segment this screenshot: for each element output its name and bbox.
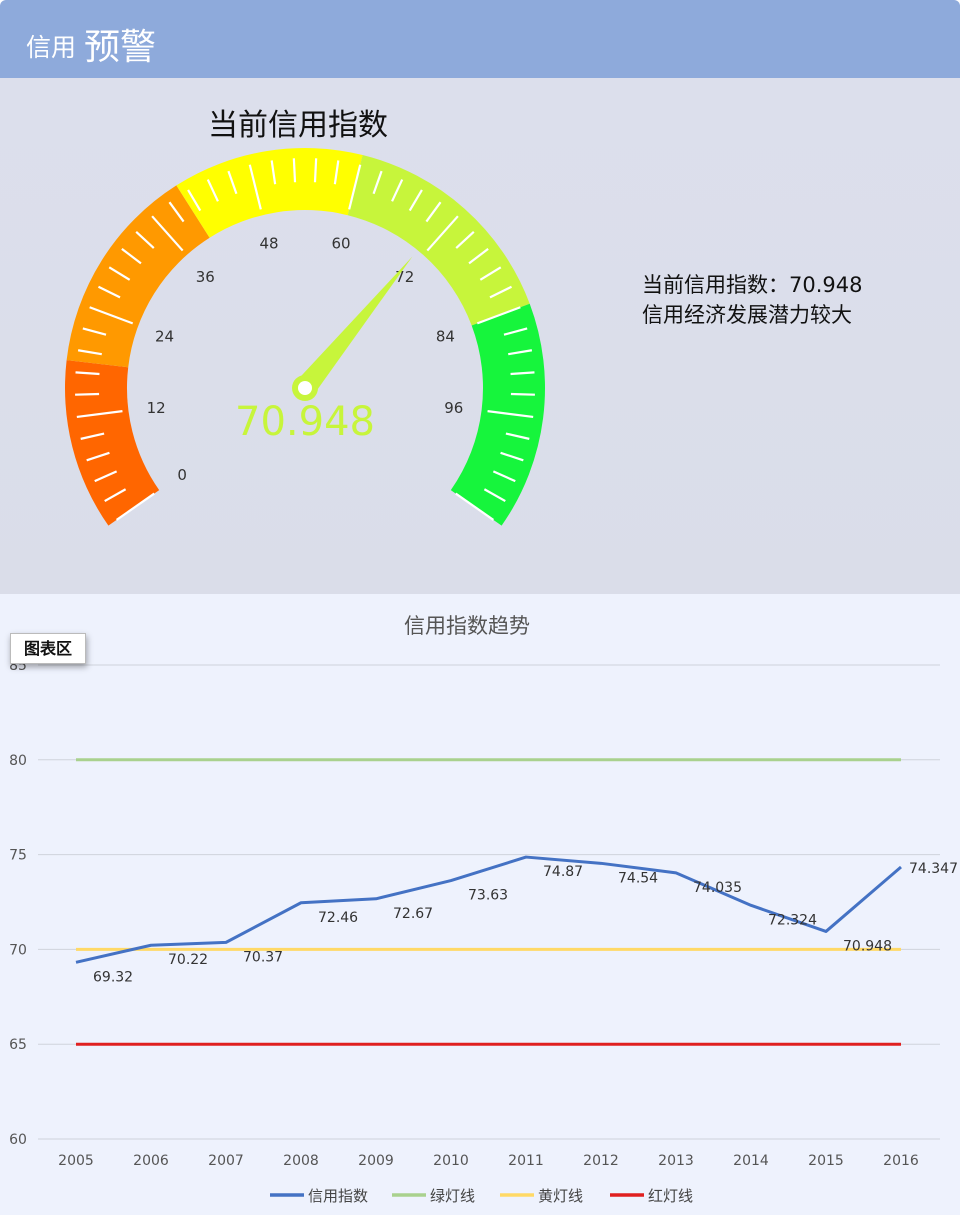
x-tick-label: 2006	[133, 1153, 169, 1169]
header-title-large: 预警	[84, 27, 157, 68]
x-tick-label: 2008	[283, 1153, 319, 1169]
legend-label-3: 红灯线	[648, 1187, 693, 1205]
gauge-tick-label: 48	[259, 234, 278, 252]
data-label: 70.22	[168, 952, 208, 968]
data-label: 72.46	[318, 910, 358, 926]
gauge-title: 当前信用指数	[208, 108, 388, 143]
gauge-tick-label: 24	[155, 327, 174, 345]
gauge-tick-label: 84	[436, 327, 455, 345]
x-tick-label: 2012	[583, 1153, 619, 1169]
x-tick-label: 2005	[58, 1153, 94, 1169]
y-tick-label: 60	[9, 1132, 27, 1148]
gauge-tick	[313, 158, 318, 183]
trend-line-chart: 6065707580852005 2006 2007 2008 2009 2010 2011…	[9, 658, 958, 1205]
y-tick-label: 70	[9, 942, 27, 958]
info-line-index: 当前信用指数：70.948	[642, 273, 863, 297]
x-tick-label: 2011	[508, 1153, 544, 1169]
gauge-needle	[296, 256, 413, 395]
info-panel: 当前信用指数：70.948 信用经济发展潜力较大	[642, 270, 862, 330]
gauge-chart: 0 12 24 36 48 60 72 84 96 70.948	[64, 148, 546, 526]
gauge-value: 70.948	[235, 399, 375, 445]
x-tick-label: 2010	[433, 1153, 469, 1169]
data-label: 74.87	[543, 864, 583, 880]
gauge-tick-label: 36	[196, 268, 215, 286]
data-label: 70.37	[243, 949, 283, 965]
gauge-tick-label: 96	[444, 399, 463, 417]
legend-label-2: 黄灯线	[538, 1187, 583, 1205]
gauge-tick	[292, 158, 297, 183]
legend-label-0: 信用指数	[308, 1187, 368, 1205]
data-label: 72.67	[393, 906, 433, 922]
gauge-tick	[75, 392, 100, 396]
gauge-tick-label: 12	[147, 399, 166, 417]
x-tick-label: 2016	[883, 1153, 919, 1169]
gauge-tick-label: 0	[177, 466, 187, 484]
x-tick-label: 2007	[208, 1153, 244, 1169]
gauge-tick	[510, 392, 535, 396]
series-line-0	[75, 855, 902, 964]
data-label: 73.63	[468, 888, 508, 904]
data-label: 74.347	[909, 861, 958, 877]
x-tick-label: 2014	[733, 1153, 769, 1169]
gauge-band-2	[176, 148, 363, 238]
data-label: 72.324	[768, 912, 817, 928]
data-label: 69.32	[93, 969, 133, 985]
legend-label-1: 绿灯线	[430, 1187, 475, 1205]
gauge-band-1	[66, 185, 210, 368]
y-tick-label: 75	[9, 848, 27, 864]
data-label: 74.54	[618, 870, 658, 886]
gauge-needle-hub-center	[298, 381, 312, 395]
info-line-potential: 信用经济发展潜力较大	[642, 303, 852, 327]
gauge-band-4	[450, 303, 546, 526]
x-tick-label: 2013	[658, 1153, 694, 1169]
gauge-tick-label: 60	[331, 234, 350, 252]
y-tick-label: 80	[9, 753, 27, 769]
data-label: 74.035	[693, 880, 742, 896]
header-bar: 信用 预警	[0, 0, 960, 78]
x-tick-label: 2009	[358, 1153, 394, 1169]
header-title-small: 信用	[26, 33, 77, 62]
y-tick-label: 65	[9, 1037, 27, 1053]
x-tick-label: 2015	[808, 1153, 844, 1169]
data-label: 70.948	[843, 938, 892, 954]
gauge-tick-label: 72	[395, 268, 414, 286]
chart-area-tag[interactable]: 图表区	[10, 633, 86, 664]
